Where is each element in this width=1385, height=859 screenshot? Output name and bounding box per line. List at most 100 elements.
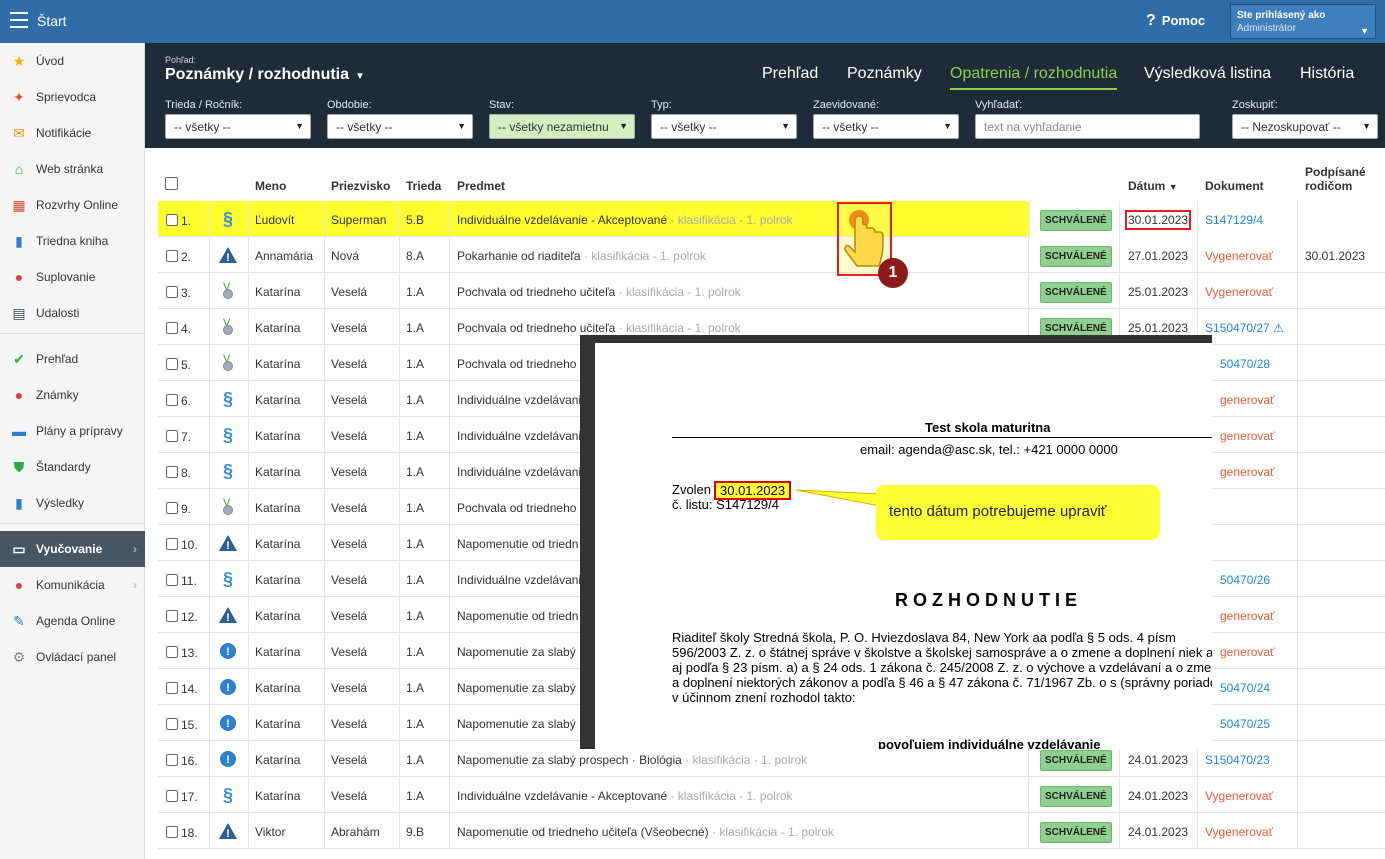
document-link[interactable]: 50470/28 xyxy=(1220,357,1270,371)
document-link[interactable]: 50470/26 xyxy=(1220,573,1270,587)
filter-obdobie-select[interactable]: -- všetky -- ▼ xyxy=(327,114,473,139)
tab-historia[interactable]: História xyxy=(1300,65,1354,83)
col-podpisane[interactable]: Podpísané rodičom xyxy=(1305,165,1366,193)
col-divider xyxy=(209,561,210,597)
filter-zaevidovane-select[interactable]: -- všetky -- ▼ xyxy=(813,114,959,139)
sidebar-item-známky[interactable]: ● Známky xyxy=(0,377,145,413)
sidebar-item-výsledky[interactable]: ▮ Výsledky xyxy=(0,485,145,521)
table-row[interactable]: 3. V Katarína Veselá 1.A Pochvala od triedneh… xyxy=(158,273,1385,309)
filter-typ-select[interactable]: -- všetky -- ▼ xyxy=(651,114,797,139)
document-link[interactable]: S150470/27 ⚠ xyxy=(1205,321,1284,335)
generate-link[interactable]: generovať xyxy=(1220,429,1275,443)
document-link[interactable]: 50470/24 xyxy=(1220,681,1270,695)
filter-stav-select[interactable]: -- všetky nezamietnu ▼ xyxy=(489,114,635,139)
sidebar-item-úvod[interactable]: ★ Úvod xyxy=(0,43,145,79)
tab-vysledkova-listina[interactable]: Výsledková listina xyxy=(1144,65,1271,83)
generate-link[interactable]: generovať xyxy=(1220,609,1275,623)
generate-link[interactable]: Vygenerovať xyxy=(1205,285,1273,299)
sidebar-item-sprievodca[interactable]: ✦ Sprievodca xyxy=(0,79,145,115)
filter-trieda-select[interactable]: -- všetky -- ▼ xyxy=(165,114,311,139)
row-checkbox[interactable] xyxy=(166,466,178,478)
col-dokument[interactable]: Dokument xyxy=(1205,179,1264,193)
view-selector[interactable]: Poznámky / rozhodnutia ▼ xyxy=(165,66,365,84)
sidebar-item-triedna-kniha[interactable]: ▮ Triedna kniha xyxy=(0,223,145,259)
row-checkbox[interactable] xyxy=(166,790,178,802)
filter-label-stav: Stav: xyxy=(489,99,515,111)
filter-zoskupit-select[interactable]: -- Nezoskupovať -- ▼ xyxy=(1232,114,1378,139)
sidebar-item-rozvrhy-online[interactable]: ▦ Rozvrhy Online xyxy=(0,187,145,223)
row-checkbox[interactable] xyxy=(166,646,178,658)
row-checkbox[interactable] xyxy=(166,502,178,514)
menu-icon[interactable] xyxy=(10,12,28,28)
sidebar-item-ovládací-panel[interactable]: ⚙ Ovládací panel xyxy=(0,639,145,675)
row-checkbox[interactable] xyxy=(166,250,178,262)
row-checkbox[interactable] xyxy=(166,682,178,694)
row-checkbox[interactable] xyxy=(166,286,178,298)
sidebar-item-prehľad[interactable]: ✔ Prehľad xyxy=(0,341,145,377)
tab-poznamky[interactable]: Poznámky xyxy=(847,65,922,83)
user-menu[interactable]: Ste prihlásený ako Administrátor ▼ xyxy=(1230,4,1376,39)
cell-meno: Katarína xyxy=(255,681,301,695)
sidebar-item-komunikácia[interactable]: ● Komunikácia › xyxy=(0,567,145,603)
help-button[interactable]: ? Pomoc xyxy=(1146,12,1205,30)
sidebar-item-štandardy[interactable]: ⛊ Štandardy xyxy=(0,449,145,485)
filter-value: -- Nezoskupovať -- xyxy=(1241,120,1341,134)
row-checkbox[interactable] xyxy=(166,394,178,406)
generate-link[interactable]: Vygenerovať xyxy=(1205,825,1273,839)
sidebar-item-agenda-online[interactable]: ✎ Agenda Online xyxy=(0,603,145,639)
generate-link[interactable]: generovať xyxy=(1220,393,1275,407)
col-divider xyxy=(449,633,450,669)
table-row[interactable]: 17. § Katarína Veselá 1.A Individuálne vzdelá… xyxy=(158,777,1385,813)
cell-meno: Katarína xyxy=(255,357,301,371)
sidebar-item-notifikácie[interactable]: ✉ Notifikácie xyxy=(0,115,145,151)
row-checkbox[interactable] xyxy=(166,574,178,586)
row-number: 8. xyxy=(181,466,192,480)
generate-link[interactable]: generovať xyxy=(1220,645,1275,659)
book-icon: ▮ xyxy=(15,232,23,249)
row-checkbox[interactable] xyxy=(166,538,178,550)
row-checkbox[interactable] xyxy=(166,322,178,334)
col-divider xyxy=(209,309,210,345)
grade-icon: ● xyxy=(14,387,24,403)
row-checkbox[interactable] xyxy=(166,430,178,442)
tab-prehlad[interactable]: Prehľad xyxy=(762,65,818,83)
row-checkbox[interactable] xyxy=(166,754,178,766)
barchart-icon: ▮ xyxy=(15,494,23,511)
col-priezvisko[interactable]: Priezvisko xyxy=(331,179,390,193)
generate-link[interactable]: generovať xyxy=(1220,465,1275,479)
table-row[interactable]: 2.! Annamária Nová 8.A Pokarhanie od riadite… xyxy=(158,237,1385,273)
sidebar-item-vyučovanie[interactable]: ▭ Vyučovanie › xyxy=(0,531,145,567)
col-meno[interactable]: Meno xyxy=(255,179,286,193)
generate-link[interactable]: Vygenerovať xyxy=(1205,249,1273,263)
row-checkbox[interactable] xyxy=(166,610,178,622)
select-all-checkbox[interactable] xyxy=(165,177,178,190)
sidebar-item-suplovanie[interactable]: ● Suplovanie xyxy=(0,259,145,295)
predmet-text: Napomenutie od triedn xyxy=(457,537,579,551)
app-title[interactable]: Štart xyxy=(37,13,67,29)
cell-predmet: Pochvala od triedneho učiteľa · klasifik… xyxy=(457,321,741,335)
row-checkbox[interactable] xyxy=(166,718,178,730)
table-row[interactable]: 18.! Viktor Abrahám 9.B Napomenutie od tried… xyxy=(158,813,1385,849)
row-checkbox[interactable] xyxy=(166,358,178,370)
col-datum[interactable]: Dátum ▼ xyxy=(1128,179,1178,194)
filter-label-zoskupit: Zoskupiť: xyxy=(1232,99,1278,111)
col-divider xyxy=(449,741,450,777)
document-link[interactable]: 50470/25 xyxy=(1220,717,1270,731)
tab-opatrenia[interactable]: Opatrenia / rozhodnutia xyxy=(950,65,1118,90)
sidebar-item-web-stránka[interactable]: ⌂ Web stránka xyxy=(0,151,145,187)
col-trieda[interactable]: Trieda xyxy=(406,179,441,193)
sidebar-item-plány-a-prípravy[interactable]: ▬ Plány a prípravy xyxy=(0,413,145,449)
status-badge: SCHVÁLENÉ xyxy=(1040,786,1112,807)
chevron-down-icon: ▼ xyxy=(943,121,952,131)
col-predmet[interactable]: Predmet xyxy=(457,179,505,193)
table-row[interactable]: 1. § Ľudovít Superman 5.B Individuálne vzdelá… xyxy=(158,201,1298,237)
svg-text:!: ! xyxy=(226,612,230,624)
col-divider xyxy=(1119,273,1120,309)
generate-link[interactable]: Vygenerovať xyxy=(1205,789,1273,803)
search-input[interactable]: text na vyhľadanie xyxy=(975,114,1200,139)
row-checkbox[interactable] xyxy=(166,214,178,226)
row-checkbox[interactable] xyxy=(166,826,178,838)
document-link[interactable]: S150470/23 xyxy=(1205,753,1270,767)
document-link[interactable]: S147129/4 xyxy=(1205,213,1263,227)
sidebar-item-udalosti[interactable]: ▤ Udalosti xyxy=(0,295,145,331)
